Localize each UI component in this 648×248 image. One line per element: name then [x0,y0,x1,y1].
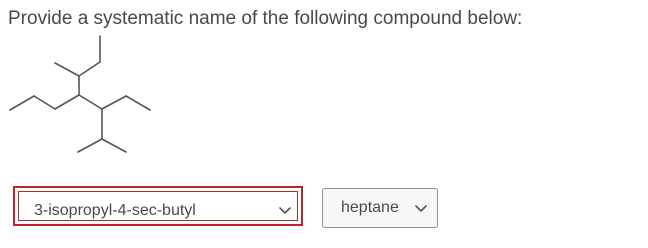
substituents-dropdown-value: 3-isopropyl-4-sec-butyl [34,202,196,219]
chevron-down-icon [415,205,427,212]
parent-chain-dropdown[interactable]: heptane [322,188,438,228]
bond-left-1 [54,94,80,110]
chevron-down-icon[interactable] [279,207,291,215]
bond-left-2 [33,95,56,110]
parent-chain-dropdown-value: heptane [341,199,399,216]
bond-bottom-left [77,138,103,153]
bond-right-3 [125,95,151,111]
question-text: Provide a systematic name of the followi… [8,8,523,29]
substituents-dropdown[interactable]: 3-isopropyl-4-sec-butyl [13,186,303,226]
bond-right-2 [101,95,127,110]
bond-top-branch [54,62,80,77]
bond-right-1 [78,94,103,110]
molecule-bonds [9,35,151,153]
bond-top-diagonal [78,61,101,77]
bond-bottom-right [101,138,127,153]
bond-left-3 [9,95,35,111]
skeletal-structure-image [9,35,151,153]
